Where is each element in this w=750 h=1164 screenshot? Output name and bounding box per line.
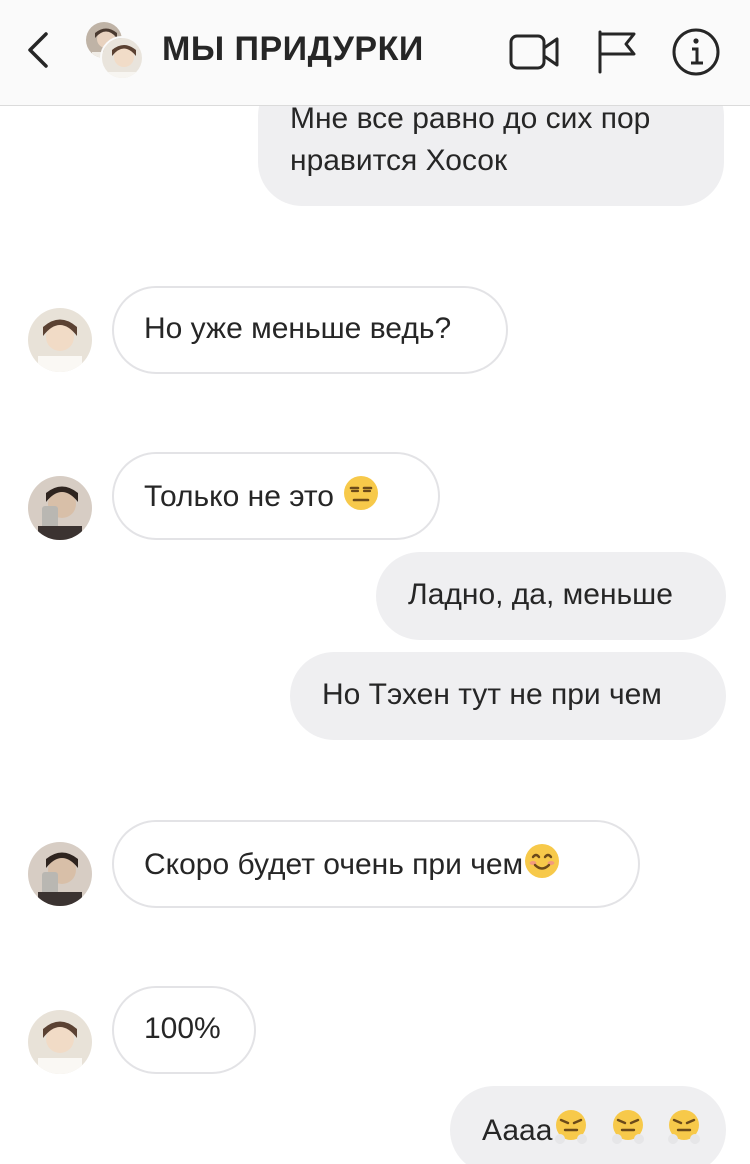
sender-avatar[interactable] [28,308,92,372]
flag-icon [598,30,636,74]
message-text: Ладно, да, меньше [408,578,673,611]
sender-avatar[interactable] [28,1010,92,1074]
back-button[interactable] [20,26,60,74]
message-bubble-incoming[interactable]: Скоро будет очень при чем [112,820,640,908]
message-text: Аааа [482,1114,553,1147]
message-text-line: нравится Хосок [290,144,508,177]
member-avatar [100,36,144,80]
message-bubble-outgoing[interactable]: Ладно, да, меньше [376,552,726,640]
message-text: Но уже меньше ведь? [144,312,452,345]
message-bubble-incoming[interactable]: 100% [112,986,256,1074]
video-call-icon [509,34,559,70]
chat-header: МЫ ПРИДУРКИ [0,0,750,106]
info-button[interactable] [670,26,722,78]
sender-avatar[interactable] [28,842,92,906]
message-text: Скоро будет очень при чем [144,848,524,881]
sender-avatar[interactable] [28,476,92,540]
message-bubble-incoming[interactable]: Но уже меньше ведь? [112,286,508,374]
chat-title[interactable]: МЫ ПРИДУРКИ [162,30,424,69]
message-bubble-outgoing[interactable]: Но Тэхен тут не при чем [290,652,726,740]
back-icon [28,32,48,68]
info-icon [672,28,720,76]
video-call-button[interactable] [508,26,560,78]
expressionless-face-icon [344,476,379,510]
group-avatars[interactable] [84,20,144,80]
message-text: 100% [144,1012,221,1045]
chat-screen: МЫ ПРИДУРКИ Мне все равно до сих пор нра… [0,0,750,1164]
message-text: Но Тэхен тут не при чем [322,678,662,711]
report-button[interactable] [592,26,644,78]
message-bubble-outgoing[interactable]: Аааа [450,1086,726,1164]
message-text: Только не это [144,480,334,513]
smiling-face-icon [525,844,560,878]
steam-face-icon [555,1110,588,1144]
steam-face-icon [668,1110,701,1144]
steam-face-icon [611,1110,644,1144]
message-bubble-incoming[interactable]: Только не это [112,452,440,540]
